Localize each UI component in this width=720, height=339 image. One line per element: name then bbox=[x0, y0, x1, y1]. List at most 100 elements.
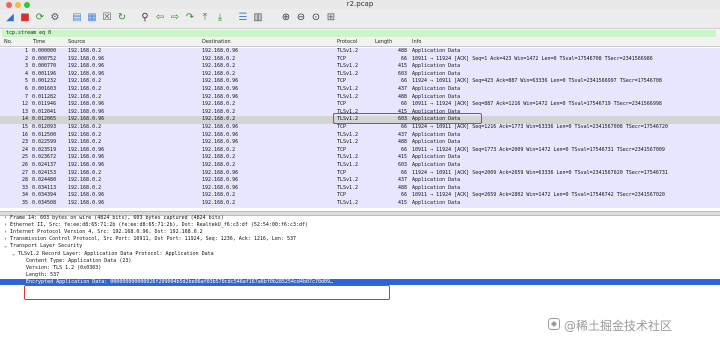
column-source[interactable]: Source bbox=[68, 38, 85, 46]
packet-row[interactable]: 28 0.024480 192.168.0.2 192.168.0.96 TLSv1.2… bbox=[0, 177, 720, 185]
packet-length: 66 bbox=[400, 146, 407, 153]
resize-columns-icon[interactable]: ⊞ bbox=[324, 11, 338, 25]
packet-row[interactable]: 15 0.012093 192.168.0.2 192.168.0.96 TCP 66 11… bbox=[0, 124, 720, 132]
packet-row[interactable]: 35 0.034508 192.168.0.96 192.168.0.2 TLSv1.2… bbox=[0, 200, 720, 208]
packet-length: 415 bbox=[397, 154, 407, 161]
packet-time: 0.001603 bbox=[32, 86, 57, 92]
colorize-icon[interactable]: ▥ bbox=[251, 11, 265, 25]
packet-destination: 192.168.0.2 bbox=[202, 192, 236, 199]
detail-row[interactable]: › Frame 14: 603 bytes on wire (4824 bits)… bbox=[0, 215, 720, 221]
detail-row[interactable]: Content Type: Application Data (23) bbox=[0, 258, 720, 264]
packet-protocol: TLSv1.2 bbox=[337, 70, 359, 77]
annotation-box-encrypted-data bbox=[24, 285, 390, 300]
packet-row[interactable]: 1 0.000000 192.168.0.2 192.168.0.96 TLSv1.2 4… bbox=[0, 48, 720, 56]
packet-length: 66 bbox=[400, 124, 407, 130]
detail-row[interactable]: ⌄ TLSv1.2 Record Layer: Application Data … bbox=[0, 251, 720, 257]
go-last-icon[interactable]: ⤓ bbox=[213, 11, 227, 25]
column-no[interactable]: No. bbox=[4, 38, 12, 46]
column-destination[interactable]: Destination bbox=[202, 38, 231, 46]
go-back-icon[interactable]: ⇦ bbox=[153, 11, 167, 25]
packet-row[interactable]: 25 0.023672 192.168.0.96 192.168.0.2 TLSv1.2… bbox=[0, 154, 720, 162]
stop-capture-icon[interactable]: ■ bbox=[18, 11, 32, 25]
collapse-arrow-icon[interactable]: ⌄ bbox=[12, 251, 15, 257]
zoom-out-icon[interactable]: ⊖ bbox=[294, 11, 308, 25]
packet-info: 10911 → 11924 [ACK] Seq=1773 Ack=2009 Wi… bbox=[412, 146, 665, 153]
packet-no: 34 bbox=[21, 192, 28, 199]
close-file-icon[interactable]: ☒ bbox=[100, 11, 114, 25]
open-file-icon[interactable]: ▤ bbox=[70, 11, 84, 25]
packet-info: 11924 → 10911 [ACK] Seq=2009 Ack=2659 Wi… bbox=[412, 169, 668, 176]
packet-row[interactable]: 2 0.000752 192.168.0.96 192.168.0.2 TCP 66 109… bbox=[0, 55, 720, 64]
packet-destination: 192.168.0.2 bbox=[202, 108, 236, 115]
packet-row[interactable]: 7 0.011282 192.168.0.2 192.168.0.96 TLSv1.2 4… bbox=[0, 93, 720, 102]
go-first-icon[interactable]: ⤒ bbox=[198, 11, 212, 25]
packet-length: 603 bbox=[397, 162, 407, 168]
column-length[interactable]: Length bbox=[375, 38, 392, 46]
packet-length: 603 bbox=[397, 70, 407, 77]
go-to-packet-icon[interactable]: ↷ bbox=[183, 11, 197, 25]
packet-row[interactable]: 23 0.022599 192.168.0.2 192.168.0.96 TLSv1.2… bbox=[0, 139, 720, 147]
packet-source: 192.168.0.96 bbox=[68, 162, 105, 168]
go-forward-icon[interactable]: ⇨ bbox=[168, 11, 182, 25]
packet-protocol: TCP bbox=[337, 169, 347, 176]
restart-capture-icon[interactable]: ⟳ bbox=[33, 11, 47, 25]
shark-fin-start-icon[interactable]: ◢ bbox=[3, 11, 17, 25]
packet-time: 0.023519 bbox=[32, 146, 57, 153]
packet-destination: 192.168.0.2 bbox=[202, 55, 236, 62]
detail-text: Frame 14: 603 bytes on wire (4824 bits),… bbox=[10, 215, 224, 221]
packet-protocol: TLSv1.2 bbox=[337, 154, 359, 161]
packet-time: 0.023672 bbox=[32, 154, 57, 161]
packet-row[interactable]: 26 0.024137 192.168.0.96 192.168.0.2 TLSv1.2… bbox=[0, 162, 720, 170]
detail-row[interactable]: › Internet Protocol Version 4, Src: 192.1… bbox=[0, 229, 720, 235]
packet-protocol: TCP bbox=[337, 124, 347, 130]
packet-destination: 192.168.0.96 bbox=[202, 169, 239, 176]
packet-source: 192.168.0.2 bbox=[68, 48, 102, 54]
packet-row[interactable]: 34 0.034394 192.168.0.96 192.168.0.2 TCP 66 10… bbox=[0, 192, 720, 200]
packet-row[interactable]: 33 0.034113 192.168.0.2 192.168.0.96 TLSv1.2… bbox=[0, 184, 720, 193]
packet-row[interactable]: 12 0.011946 192.168.0.96 192.168.0.2 TCP 66 10… bbox=[0, 101, 720, 109]
collapse-arrow-icon[interactable]: ⌄ bbox=[4, 243, 7, 249]
packet-source: 192.168.0.2 bbox=[68, 169, 102, 176]
expand-arrow-icon[interactable]: › bbox=[4, 215, 7, 221]
capture-options-icon[interactable]: ⚙ bbox=[48, 11, 62, 25]
packet-time: 0.034394 bbox=[32, 192, 57, 199]
packet-destination: 192.168.0.96 bbox=[202, 48, 239, 54]
save-file-icon[interactable]: ▦ bbox=[85, 11, 99, 25]
packet-length: 437 bbox=[397, 177, 407, 184]
packet-protocol: TLSv1.2 bbox=[337, 184, 359, 191]
detail-row[interactable]: › Transmission Control Protocol, Src Port… bbox=[0, 236, 720, 242]
display-filter-input[interactable] bbox=[2, 30, 716, 37]
packet-row[interactable]: 27 0.024153 192.168.0.2 192.168.0.96 TCP 66 11… bbox=[0, 169, 720, 178]
expand-arrow-icon[interactable]: › bbox=[4, 236, 7, 242]
detail-row[interactable]: Version: TLS 1.2 (0x0303) bbox=[0, 265, 720, 271]
detail-row[interactable]: Length: 537 bbox=[0, 272, 720, 278]
column-time[interactable]: Time bbox=[33, 38, 45, 46]
zoom-in-icon[interactable]: ⊕ bbox=[279, 11, 293, 25]
packet-list[interactable]: 1 0.000000 192.168.0.2 192.168.0.96 TLSv1.2 4… bbox=[0, 46, 720, 210]
packet-length: 437 bbox=[397, 86, 407, 92]
packet-row[interactable]: 6 0.001603 192.168.0.2 192.168.0.96 TLSv1.2 4… bbox=[0, 86, 720, 94]
packet-row[interactable]: 3 0.000770 192.168.0.96 192.168.0.2 TLSv1.2 4… bbox=[0, 63, 720, 71]
packet-length: 415 bbox=[397, 63, 407, 70]
column-protocol[interactable]: Protocol bbox=[337, 38, 357, 46]
column-info[interactable]: Info bbox=[412, 38, 421, 46]
detail-text: Internet Protocol Version 4, Src: 192.16… bbox=[10, 229, 203, 236]
expand-arrow-icon[interactable]: › bbox=[4, 222, 7, 228]
find-packet-icon[interactable]: ⚲ bbox=[138, 11, 152, 25]
packet-info: Application Data bbox=[412, 63, 461, 70]
autoscroll-icon[interactable]: ☰ bbox=[236, 11, 250, 25]
packet-protocol: TLSv1.2 bbox=[337, 139, 359, 146]
expand-arrow-icon[interactable]: › bbox=[4, 229, 7, 235]
detail-row[interactable]: ⌄ Transport Layer Security bbox=[0, 243, 720, 249]
packet-source: 192.168.0.2 bbox=[68, 86, 102, 92]
packet-info: Application Data bbox=[412, 131, 461, 138]
packet-row[interactable]: 24 0.023519 192.168.0.96 192.168.0.2 TCP 66 10… bbox=[0, 146, 720, 155]
packet-row[interactable]: 4 0.001196 192.168.0.96 192.168.0.2 TLSv1.2 6… bbox=[0, 70, 720, 79]
packet-row[interactable]: 5 0.001232 192.168.0.2 192.168.0.96 TCP 66 119… bbox=[0, 78, 720, 86]
packet-length: 66 bbox=[400, 55, 407, 62]
detail-row[interactable]: › Ethernet II, Src: fe:ee:d8:65:71:2b (fe… bbox=[0, 222, 720, 228]
packet-info: 11924 → 10911 [ACK] Seq=423 Ack=887 Win=… bbox=[412, 78, 662, 85]
zoom-reset-icon[interactable]: ⊙ bbox=[309, 11, 323, 25]
reload-file-icon[interactable]: ↻ bbox=[115, 11, 129, 25]
packet-row[interactable]: 16 0.012500 192.168.0.2 192.168.0.96 TLSv1.2… bbox=[0, 131, 720, 140]
